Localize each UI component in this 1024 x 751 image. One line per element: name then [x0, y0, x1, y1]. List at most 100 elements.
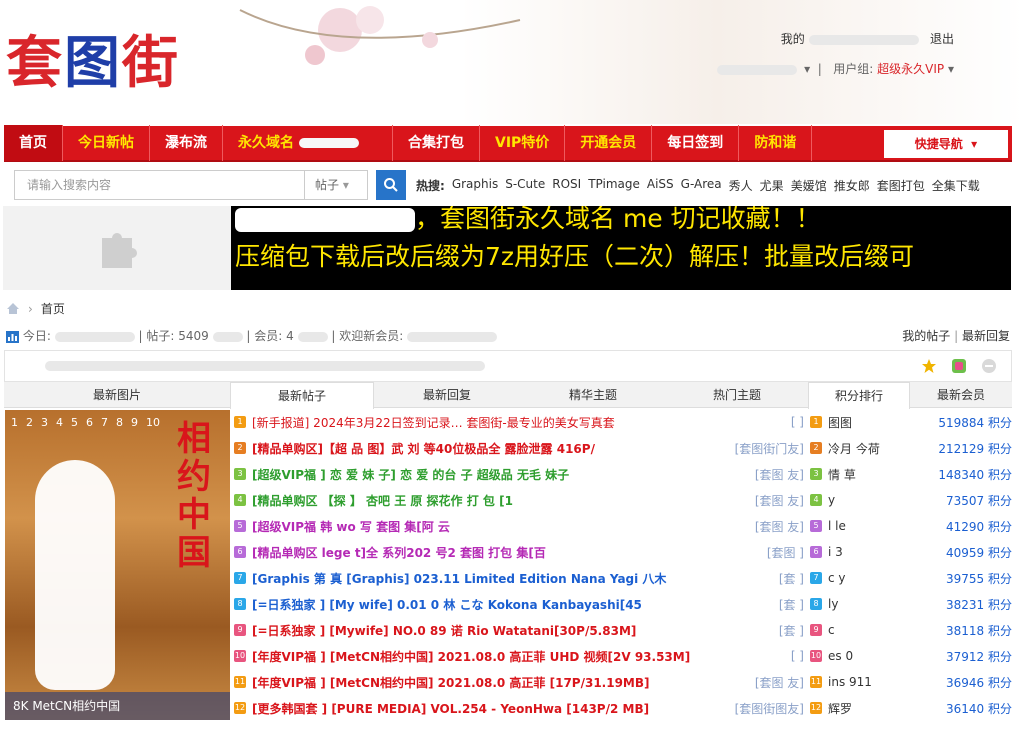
thread-forum-link[interactable]: [套图 友]: [728, 674, 808, 691]
member-name[interactable]: c: [828, 623, 922, 637]
thread-forum-link[interactable]: [套图 ]: [728, 544, 808, 561]
ranking-row[interactable]: 11 ins 911 36946 积分: [810, 669, 1012, 695]
hot-link[interactable]: 套图打包: [877, 177, 925, 194]
thread-row[interactable]: 12 [更多韩国套 ] [PURE MEDIA] VOL.254 - YeonHw…: [234, 695, 808, 721]
ranking-row[interactable]: 2 冷月 今荷 212129 积分: [810, 435, 1012, 461]
thread-title[interactable]: [Graphis 第 真 [Graphis] 023.11 Limited Ed…: [252, 570, 728, 587]
slide-page[interactable]: 2: [26, 416, 33, 429]
thread-row[interactable]: 3 [超级VIP福 ] 恋 爱 妹 子] 恋 爱 的台 子 超级品 无毛 妹子 [套…: [234, 461, 808, 487]
hot-link[interactable]: TPimage: [588, 177, 640, 194]
slide-page[interactable]: 5: [71, 416, 78, 429]
hot-link[interactable]: 秀人: [729, 177, 753, 194]
nav-daily-checkin[interactable]: 每日签到: [652, 125, 740, 161]
nav-vip-sale[interactable]: VIP特价: [480, 125, 566, 161]
nav-open-membership[interactable]: 开通会员: [565, 125, 653, 161]
ranking-row[interactable]: 7 c y 39755 积分: [810, 565, 1012, 591]
thread-forum-link[interactable]: [套图街门友]: [728, 440, 808, 457]
hot-link[interactable]: 全集下载: [932, 177, 980, 194]
slide-caption[interactable]: 8K MetCN相约中国: [5, 692, 230, 720]
tab-hot[interactable]: 热门主题: [666, 382, 808, 408]
thread-title[interactable]: [年度VIP福 ] [MetCN相约中国] 2021.08.0 高正菲 [17P…: [252, 674, 728, 691]
ranking-row[interactable]: 8 ly 38231 积分: [810, 591, 1012, 617]
tab-featured[interactable]: 精华主题: [520, 382, 666, 408]
slide-page[interactable]: 9: [131, 416, 138, 429]
nav-today-new[interactable]: 今日新帖: [63, 125, 150, 161]
thread-forum-link[interactable]: [套 ]: [728, 570, 808, 587]
thread-forum-link[interactable]: [套图 友]: [728, 492, 808, 509]
slide-page[interactable]: 7: [101, 416, 108, 429]
thread-row[interactable]: 7 [Graphis 第 真 [Graphis] 023.11 Limited E…: [234, 565, 808, 591]
ranking-row[interactable]: 3 情 草 148340 积分: [810, 461, 1012, 487]
star-icon[interactable]: [921, 358, 937, 374]
my-posts-link[interactable]: 我的帖子: [902, 329, 950, 343]
thread-title[interactable]: [精品单购区 lege t]全 系列202 号2 套图 打包 集[百: [252, 544, 728, 561]
member-name[interactable]: y: [828, 493, 922, 507]
thread-row[interactable]: 5 [超级VIP福 韩 wo 写 套图 集[阿 云 [套图 友]: [234, 513, 808, 539]
tab-latest-threads[interactable]: 最新帖子: [230, 382, 374, 409]
hot-link[interactable]: ROSI: [552, 177, 581, 194]
color-palette-icon[interactable]: [951, 358, 967, 374]
hot-link[interactable]: S-Cute: [505, 177, 545, 194]
ranking-row[interactable]: 12 辉罗 36140 积分: [810, 695, 1012, 721]
hot-link[interactable]: G-Area: [681, 177, 722, 194]
thread-row[interactable]: 9 [=日系独家 ] [Mywife] NO.0 89 诺 Rio Watatan…: [234, 617, 808, 643]
hot-link[interactable]: AiSS: [647, 177, 674, 194]
thread-title[interactable]: [新手报道] 2024年3月22日签到记录… 套图街-最专业的美女写真套: [252, 414, 728, 431]
hot-link[interactable]: 美媛馆: [791, 177, 827, 194]
tab-latest-replies[interactable]: 最新回复: [374, 382, 520, 408]
ranking-row[interactable]: 4 y 73507 积分: [810, 487, 1012, 513]
slide-page[interactable]: 3: [41, 416, 48, 429]
thread-row[interactable]: 1 [新手报道] 2024年3月22日签到记录… 套图街-最专业的美女写真套[ ]: [234, 409, 808, 435]
logout-link[interactable]: 退出: [930, 32, 954, 46]
thread-forum-link[interactable]: [套图 友]: [728, 518, 808, 535]
thread-title[interactable]: [精品单购区]【超 品 图】武 刘 等40位极品全 露脸泄露 416P/: [252, 440, 728, 457]
thread-row[interactable]: 10 [年度VIP福 ] [MetCN相约中国] 2021.08.0 高正菲 UH…: [234, 643, 808, 669]
tab-latest-images[interactable]: 最新图片: [4, 382, 230, 408]
thread-row[interactable]: 11 [年度VIP福 ] [MetCN相约中国] 2021.08.0 高正菲 [1…: [234, 669, 808, 695]
thread-row[interactable]: 6 [精品单购区 lege t]全 系列202 号2 套图 打包 集[百 [套图 ]: [234, 539, 808, 565]
search-button[interactable]: [376, 170, 406, 200]
breadcrumb-home[interactable]: 首页: [41, 300, 65, 317]
thread-title[interactable]: [=日系独家 ] [Mywife] NO.0 89 诺 Rio Watatani…: [252, 622, 728, 639]
member-name[interactable]: 辉罗: [828, 700, 922, 717]
hot-link[interactable]: 尤果: [760, 177, 784, 194]
thread-title[interactable]: [精品单购区 【探 】 杏吧 王 原 探花作 打 包 [1: [252, 492, 728, 509]
nav-collection-pack[interactable]: 合集打包: [393, 125, 480, 161]
slide-page[interactable]: 1: [11, 416, 18, 429]
thread-title[interactable]: [更多韩国套 ] [PURE MEDIA] VOL.254 - YeonHwa …: [252, 700, 728, 717]
ranking-row[interactable]: 6 i 3 40959 积分: [810, 539, 1012, 565]
ranking-row[interactable]: 5 l le 41290 积分: [810, 513, 1012, 539]
thread-forum-link[interactable]: [套图街图友]: [728, 700, 808, 717]
slide-page[interactable]: 10: [146, 416, 160, 429]
member-name[interactable]: ly: [828, 597, 922, 611]
member-name[interactable]: ins 911: [828, 675, 922, 689]
thread-row[interactable]: 4 [精品单购区 【探 】 杏吧 王 原 探花作 打 包 [1 [套图 友]: [234, 487, 808, 513]
close-circle-icon[interactable]: [981, 358, 997, 374]
member-name[interactable]: c y: [828, 571, 922, 585]
slide-page[interactable]: 6: [86, 416, 93, 429]
thread-title[interactable]: [年度VIP福 ] [MetCN相约中国] 2021.08.0 高正菲 UHD …: [252, 648, 728, 665]
nav-home[interactable]: 首页: [4, 125, 63, 161]
thread-row[interactable]: 2 [精品单购区]【超 品 图】武 刘 等40位极品全 露脸泄露 416P/[套图…: [234, 435, 808, 461]
my-menu-link[interactable]: 我的: [781, 32, 805, 46]
quick-nav-button[interactable]: 快捷导航 ▾: [884, 130, 1008, 158]
tab-points-ranking[interactable]: 积分排行: [808, 382, 910, 409]
nav-waterfall[interactable]: 瀑布流: [150, 125, 223, 161]
nav-anti-harmony[interactable]: 防和谐: [739, 125, 813, 161]
ranking-row[interactable]: 9 c 38118 积分: [810, 617, 1012, 643]
nav-permanent-domain[interactable]: 永久域名: [223, 125, 393, 161]
member-name[interactable]: l le: [828, 519, 922, 533]
site-logo[interactable]: 套图街: [6, 18, 212, 112]
image-slideshow[interactable]: 1 2 3 4 5 6 7 8 9 10 相约中国 8K MetCN相约中国: [5, 410, 230, 720]
tab-newest-members[interactable]: 最新会员: [910, 382, 1012, 408]
thread-forum-link[interactable]: [套 ]: [728, 622, 808, 639]
slide-page[interactable]: 8: [116, 416, 123, 429]
member-name[interactable]: i 3: [828, 545, 922, 559]
member-name[interactable]: 图图: [828, 414, 922, 431]
newest-replies-link[interactable]: 最新回复: [962, 329, 1010, 343]
user-group-value[interactable]: 超级永久VIP: [877, 62, 944, 76]
home-icon[interactable]: [6, 302, 20, 315]
member-name[interactable]: 情 草: [828, 466, 922, 483]
thread-title[interactable]: [=日系独家 ] [My wife] 0.01 0 林 こな Kokona Ka…: [252, 596, 728, 613]
member-name[interactable]: 冷月 今荷: [828, 440, 922, 457]
